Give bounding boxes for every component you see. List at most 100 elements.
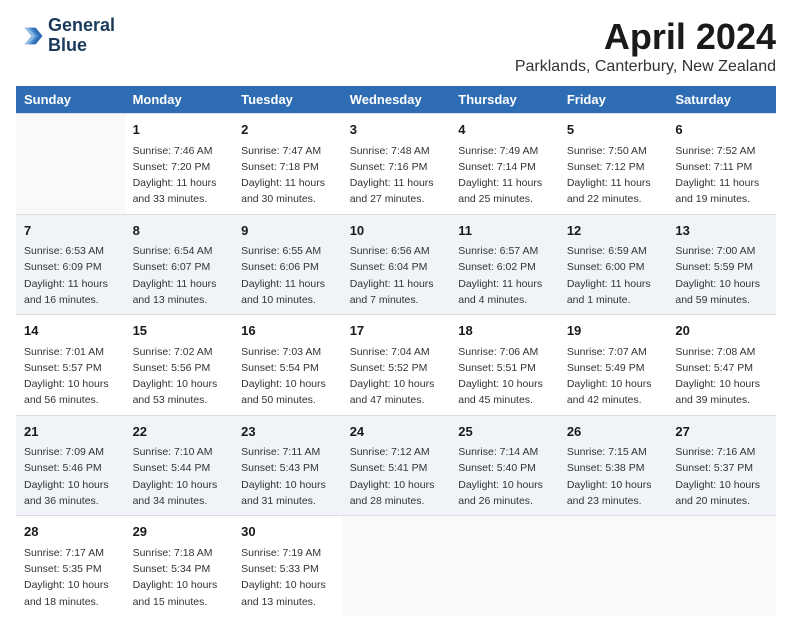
day-number: 5 [567,120,660,140]
column-header-monday: Monday [125,86,234,114]
day-number: 30 [241,522,334,542]
day-number: 1 [133,120,226,140]
header-row: SundayMondayTuesdayWednesdayThursdayFrid… [16,86,776,114]
calendar-cell: 18 Sunrise: 7:06 AMSunset: 5:51 PMDayligh… [450,315,559,416]
day-number: 14 [24,321,117,341]
day-number: 8 [133,221,226,241]
day-number: 17 [350,321,443,341]
column-header-tuesday: Tuesday [233,86,342,114]
day-detail: Sunrise: 7:09 AMSunset: 5:46 PMDaylight:… [24,444,117,509]
column-header-thursday: Thursday [450,86,559,114]
day-detail: Sunrise: 7:12 AMSunset: 5:41 PMDaylight:… [350,444,443,509]
calendar-cell: 17Sunrise: 7:04 AMSunset: 5:52 PMDayligh… [342,315,451,416]
day-detail: Sunrise: 7:06 AMSunset: 5:51 PMDaylight:… [458,344,551,409]
calendar-cell: 10Sunrise: 6:56 AMSunset: 6:04 PMDayligh… [342,214,451,315]
calendar-cell: 5 Sunrise: 7:50 AMSunset: 7:12 PMDaylight… [559,114,668,215]
day-number: 21 [24,422,117,442]
day-detail: Sunrise: 7:50 AMSunset: 7:12 PMDaylight:… [567,143,660,208]
day-detail: Sunrise: 7:01 AMSunset: 5:57 PMDaylight:… [24,344,117,409]
day-detail: Sunrise: 6:59 AMSunset: 6:00 PMDaylight:… [567,243,660,308]
day-number: 22 [133,422,226,442]
day-number: 4 [458,120,551,140]
calendar-cell: 3Sunrise: 7:48 AMSunset: 7:16 PMDaylight… [342,114,451,215]
day-detail: Sunrise: 7:48 AMSunset: 7:16 PMDaylight:… [350,143,443,208]
calendar-cell: 4 Sunrise: 7:49 AMSunset: 7:14 PMDaylight… [450,114,559,215]
day-detail: Sunrise: 7:03 AMSunset: 5:54 PMDaylight:… [241,344,334,409]
day-number: 15 [133,321,226,341]
logo-icon [16,22,44,50]
column-header-sunday: Sunday [16,86,125,114]
week-row-5: 28 Sunrise: 7:17 AMSunset: 5:35 PMDayligh… [16,516,776,616]
week-row-4: 21Sunrise: 7:09 AMSunset: 5:46 PMDayligh… [16,415,776,516]
day-detail: Sunrise: 7:19 AMSunset: 5:33 PMDaylight:… [241,545,334,610]
calendar-cell: 25Sunrise: 7:14 AMSunset: 5:40 PMDayligh… [450,415,559,516]
column-header-saturday: Saturday [667,86,776,114]
column-header-friday: Friday [559,86,668,114]
column-header-wednesday: Wednesday [342,86,451,114]
calendar-table: SundayMondayTuesdayWednesdayThursdayFrid… [16,86,776,616]
day-number: 2 [241,120,334,140]
day-detail: Sunrise: 7:15 AMSunset: 5:38 PMDaylight:… [567,444,660,509]
day-detail: Sunrise: 7:16 AMSunset: 5:37 PMDaylight:… [675,444,768,509]
day-detail: Sunrise: 7:00 AMSunset: 5:59 PMDaylight:… [675,243,768,308]
day-number: 29 [133,522,226,542]
day-number: 28 [24,522,117,542]
day-number: 26 [567,422,660,442]
day-number: 19 [567,321,660,341]
calendar-cell: 23Sunrise: 7:11 AMSunset: 5:43 PMDayligh… [233,415,342,516]
calendar-cell: 12Sunrise: 6:59 AMSunset: 6:00 PMDayligh… [559,214,668,315]
calendar-cell [450,516,559,616]
day-number: 11 [458,221,551,241]
logo: General Blue [16,16,115,56]
day-number: 16 [241,321,334,341]
day-detail: Sunrise: 6:53 AMSunset: 6:09 PMDaylight:… [24,243,117,308]
day-detail: Sunrise: 7:17 AMSunset: 5:35 PMDaylight:… [24,545,117,610]
day-detail: Sunrise: 7:07 AMSunset: 5:49 PMDaylight:… [567,344,660,409]
day-number: 23 [241,422,334,442]
calendar-cell: 20 Sunrise: 7:08 AMSunset: 5:47 PMDayligh… [667,315,776,416]
calendar-cell: 11Sunrise: 6:57 AMSunset: 6:02 PMDayligh… [450,214,559,315]
day-number: 7 [24,221,117,241]
calendar-cell: 1 Sunrise: 7:46 AMSunset: 7:20 PMDaylight… [125,114,234,215]
day-detail: Sunrise: 7:11 AMSunset: 5:43 PMDaylight:… [241,444,334,509]
day-detail: Sunrise: 7:02 AMSunset: 5:56 PMDaylight:… [133,344,226,409]
calendar-cell [667,516,776,616]
calendar-cell: 13Sunrise: 7:00 AMSunset: 5:59 PMDayligh… [667,214,776,315]
day-detail: Sunrise: 7:18 AMSunset: 5:34 PMDaylight:… [133,545,226,610]
calendar-cell: 16 Sunrise: 7:03 AMSunset: 5:54 PMDayligh… [233,315,342,416]
calendar-cell: 30 Sunrise: 7:19 AMSunset: 5:33 PMDayligh… [233,516,342,616]
day-number: 18 [458,321,551,341]
calendar-cell: 8Sunrise: 6:54 AMSunset: 6:07 PMDaylight… [125,214,234,315]
calendar-cell: 27Sunrise: 7:16 AMSunset: 5:37 PMDayligh… [667,415,776,516]
day-detail: Sunrise: 6:56 AMSunset: 6:04 PMDaylight:… [350,243,443,308]
day-detail: Sunrise: 7:08 AMSunset: 5:47 PMDaylight:… [675,344,768,409]
calendar-cell: 2 Sunrise: 7:47 AMSunset: 7:18 PMDaylight… [233,114,342,215]
calendar-cell: 28 Sunrise: 7:17 AMSunset: 5:35 PMDayligh… [16,516,125,616]
day-number: 20 [675,321,768,341]
calendar-cell: 29 Sunrise: 7:18 AMSunset: 5:34 PMDayligh… [125,516,234,616]
day-detail: Sunrise: 7:47 AMSunset: 7:18 PMDaylight:… [241,143,334,208]
calendar-cell [342,516,451,616]
day-detail: Sunrise: 6:54 AMSunset: 6:07 PMDaylight:… [133,243,226,308]
calendar-cell: 7Sunrise: 6:53 AMSunset: 6:09 PMDaylight… [16,214,125,315]
calendar-cell: 22Sunrise: 7:10 AMSunset: 5:44 PMDayligh… [125,415,234,516]
day-detail: Sunrise: 7:10 AMSunset: 5:44 PMDaylight:… [133,444,226,509]
page-header: General Blue April 2024 Parklands, Cante… [16,16,776,76]
day-number: 24 [350,422,443,442]
day-number: 27 [675,422,768,442]
day-number: 12 [567,221,660,241]
day-number: 9 [241,221,334,241]
calendar-cell: 26Sunrise: 7:15 AMSunset: 5:38 PMDayligh… [559,415,668,516]
day-detail: Sunrise: 7:14 AMSunset: 5:40 PMDaylight:… [458,444,551,509]
day-detail: Sunrise: 7:46 AMSunset: 7:20 PMDaylight:… [133,143,226,208]
month-title: April 2024 [515,16,776,58]
calendar-cell [16,114,125,215]
day-detail: Sunrise: 7:49 AMSunset: 7:14 PMDaylight:… [458,143,551,208]
day-detail: Sunrise: 6:57 AMSunset: 6:02 PMDaylight:… [458,243,551,308]
title-block: April 2024 Parklands, Canterbury, New Ze… [515,16,776,76]
calendar-cell: 24Sunrise: 7:12 AMSunset: 5:41 PMDayligh… [342,415,451,516]
calendar-cell: 6Sunrise: 7:52 AMSunset: 7:11 PMDaylight… [667,114,776,215]
day-number: 6 [675,120,768,140]
day-number: 13 [675,221,768,241]
day-detail: Sunrise: 6:55 AMSunset: 6:06 PMDaylight:… [241,243,334,308]
